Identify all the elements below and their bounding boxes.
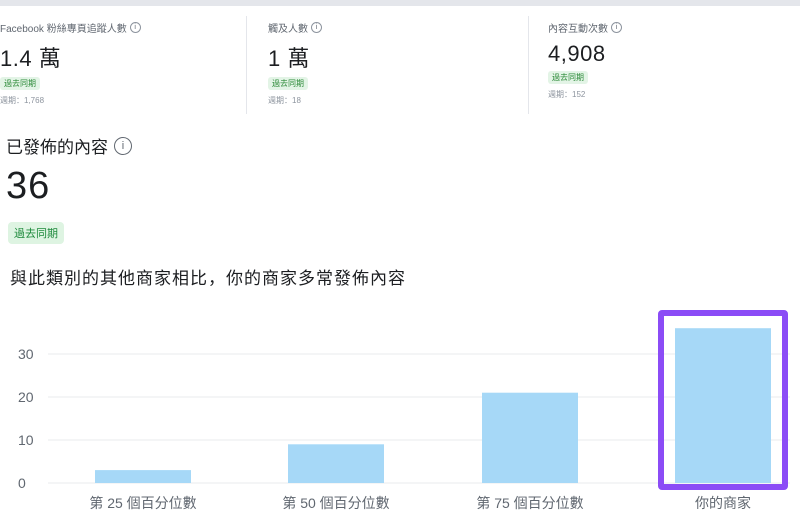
info-icon[interactable]: i [611,22,622,33]
stat-value: 1.4 萬 [0,46,62,71]
section-title-text: 已發佈的內容 [6,138,108,157]
x-tick-label: 第 75 個百分位數 [476,495,583,511]
bar [288,444,384,483]
stat-label-text: 內容互動次數 [548,24,608,35]
stat-label: 內容互動次數 i [548,20,788,35]
info-icon[interactable]: i [129,22,141,33]
y-tick-label: 0 [18,475,26,491]
percentile-bar-chart: 0 10 20 30 第 25 個百分位數 第 50 個百分位數 第 75 個百分位數 你的商… [18,310,790,511]
stat-label: Facebook 粉絲專頁追蹤人數 i [0,20,240,35]
y-tick-label: 20 [18,389,34,405]
stat-sub: 週期：18 [268,96,301,105]
stat-followers: Facebook 粉絲專頁追蹤人數 i 1.4 萬 過去同期 週期：1,768 [0,6,240,106]
published-content-title: 已發佈的內容 i [6,133,132,158]
divider [528,16,529,114]
stat-sub: 週期：152 [548,90,586,99]
bar [482,392,578,483]
comparison-badge: 過去同期 [8,222,64,244]
stat-engagement: 內容互動次數 i 4,908 過去同期 週期：152 [548,6,788,100]
stats-row: Facebook 粉絲專頁追蹤人數 i 1.4 萬 過去同期 週期：1,768 … [0,6,800,114]
x-tick-label: 你的商家 [695,495,751,511]
bar [675,328,771,483]
stat-label-text: 觸及人數 [268,24,308,35]
stat-value: 4,908 [548,41,606,66]
published-count: 36 [6,165,51,207]
y-tick-label: 10 [18,432,34,448]
x-tick-label: 第 50 個百分位數 [282,495,389,511]
stat-reach: 觸及人數 i 1 萬 過去同期 週期：18 [268,6,518,106]
stat-badge: 過去同期 [548,71,588,84]
comparison-text: 與此類別的其他商家相比，你的商家多常發佈內容 [10,269,406,288]
stat-label: 觸及人數 i [268,20,518,35]
divider [246,16,247,114]
stat-sub: 週期：1,768 [0,96,45,105]
info-icon[interactable]: i [114,136,132,155]
y-tick-label: 30 [18,346,34,362]
x-tick-label: 第 25 個百分位數 [89,495,196,511]
info-icon[interactable]: i [311,22,322,33]
stat-label-text: Facebook 粉絲專頁追蹤人數 [0,24,127,35]
stat-badge: 過去同期 [268,77,308,90]
bar [95,470,191,483]
stat-badge: 過去同期 [0,77,40,90]
stat-value: 1 萬 [268,46,310,71]
